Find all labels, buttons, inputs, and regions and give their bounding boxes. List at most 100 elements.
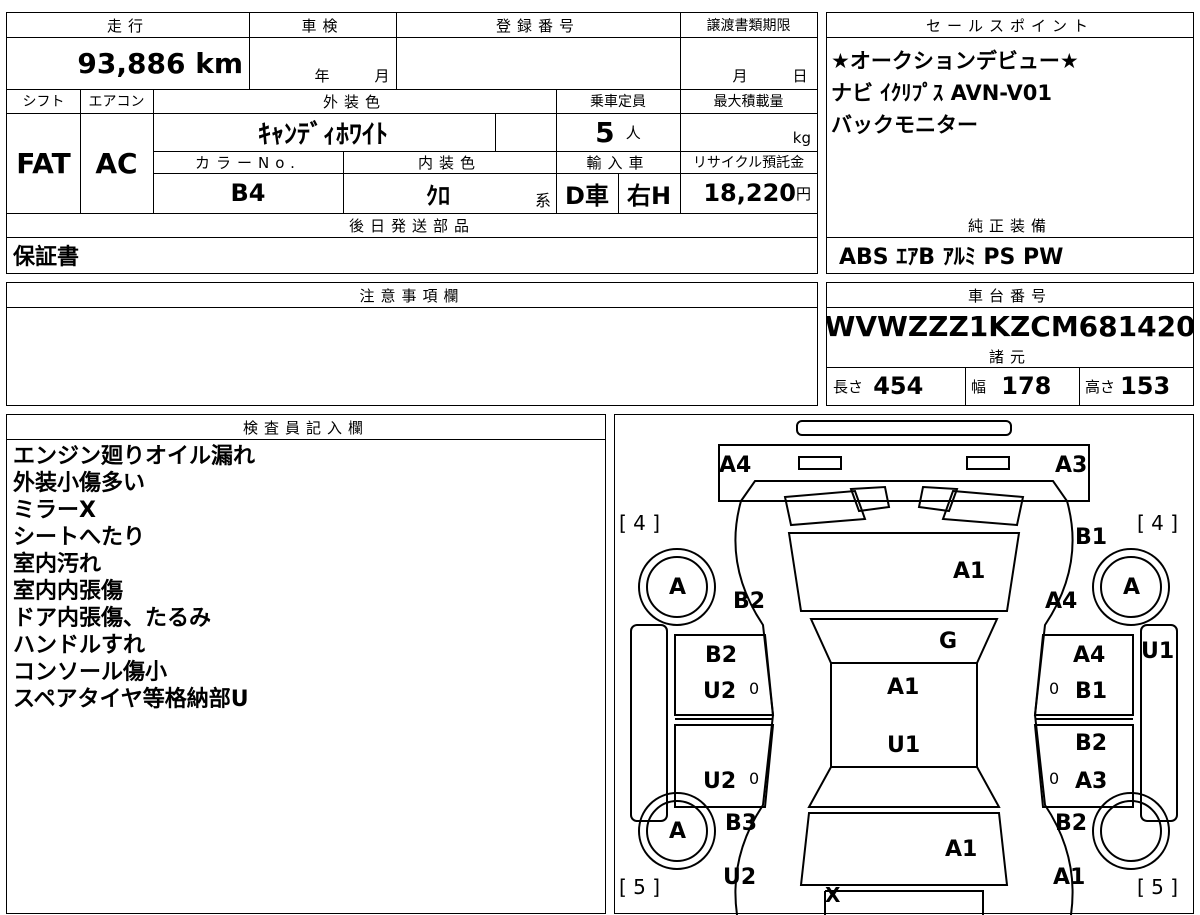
chassis-block: 車台番号 WVWZZZ1KZCM681420 諸元 長さ 454 幅 178 高… [826,282,1194,406]
mark-windshield: G [939,629,958,654]
sales-point-line: バックモニター [831,113,978,137]
wheel-rear-right-inner [1100,800,1162,862]
tread-front-left: [ 4 ] [619,511,661,535]
import-label: 輸入車 [556,151,680,173]
spec-height-label: 高さ [1085,377,1116,396]
import-handle: 右H [626,181,672,210]
grid-line [80,89,81,213]
grid-line [343,151,344,213]
mileage-number: 93,886 [77,46,186,80]
mark-roof-front: A1 [887,675,920,700]
mark-fender-front-right-top: B1 [1075,525,1108,550]
grid-line [153,151,817,152]
zero-rear-left: 0 [749,769,760,788]
mark-rear: X [825,883,841,907]
mileage-label: 走行 [7,13,249,37]
headlight-right [966,456,1010,470]
mark-door-rear-right-2: A3 [1075,769,1108,794]
interior-suffix: 系 [534,191,551,210]
recycle-number: 18,220 [703,179,796,207]
sales-point-line: ★オークションデビュー★ [831,49,1079,73]
tread-rear-left: [ 5 ] [619,875,661,899]
mark-door-front-left-2: U2 [703,679,737,704]
car-outline [630,420,1178,915]
mark-wheel-front-right: A [1123,575,1141,600]
color-no-value: B4 [230,179,266,207]
zero-front-right: 0 [1049,679,1060,698]
mark-wheel-rear-left: A [669,819,687,844]
genuine-equipment-label: 純正装備 [827,213,1193,237]
registration-label: 登録番号 [396,13,680,37]
zero-front-left: 0 [749,679,760,698]
grid-line [7,37,817,38]
inspector-label: 検査員記入欄 [7,415,605,439]
mark-roof-rear: U1 [887,733,921,758]
grid-line [495,113,496,151]
grille-mid-right [917,485,959,513]
grid-line [7,439,605,440]
sales-point-line: ナビ ｲｸﾘﾌﾟｽ AVN-V01 [831,81,1052,105]
caution-block: 注意事項欄 [6,282,818,406]
spec-length-value: 454 [873,372,924,400]
inspector-notes: エンジン廻りオイル漏れ 外装小傷多い ミラーX シートへたり 室内汚れ 室内内張… [13,443,255,713]
headlight-left [798,456,842,470]
vehicle-info-block: 走行 車検 登録番号 譲渡書類期限 93,886 km 年 月 月 日 シフト … [6,12,818,274]
rear-bumper [824,890,984,915]
transfer-day: 日 [792,66,808,85]
wheel-rear-right [1092,792,1170,870]
grid-line [396,13,397,89]
windshield [809,618,999,664]
max-load-label: 最大積載量 [713,94,784,110]
shift-value: FAT [16,146,71,180]
mark-quarter-rear-left: B3 [725,811,758,836]
spec-width-label: 幅 [971,377,987,396]
genuine-equipment-value: ABS ｴｱB ｱﾙﾐ PS PW [839,245,1064,270]
mark-front-right: A3 [1055,453,1088,478]
mileage-unit: km [195,46,243,80]
zero-rear-right: 0 [1049,769,1060,788]
sales-point-label: セールスポイント [827,13,1193,37]
mark-fender-front-left: B2 [733,589,766,614]
mark-wheel-front-left: A [669,575,687,600]
interior-color-label: 内装色 [343,151,556,173]
inspector-note: ミラーX [13,498,96,523]
tread-front-right: [ 4 ] [1137,511,1179,535]
spec-height-value: 153 [1120,372,1171,400]
grid-line [249,13,250,89]
sill-left [630,624,668,822]
mark-fender-front-right: A4 [1045,589,1078,614]
front-bumper [796,420,1012,436]
mileage-value: 93,886 km [7,37,249,89]
spec-width-value: 178 [1001,372,1052,400]
inspector-note: 室内内張傷 [13,579,124,604]
mark-front-left: A4 [719,453,752,478]
later-parts-label: 後日発送部品 [7,213,817,237]
inspection-month: 月 [374,66,390,85]
grid-line [618,173,619,213]
grille-mid-left [849,485,891,513]
grid-line [7,213,817,214]
sales-point-block: セールスポイント ★オークションデビュー★ ナビ ｲｸﾘﾌﾟｽ AVN-V01 … [826,12,1194,274]
ac-label: エアコン [88,94,145,110]
inspection-label: 車検 [249,13,396,37]
inspector-block: 検査員記入欄 エンジン廻りオイル漏れ 外装小傷多い ミラーX シートへたり 室内… [6,414,606,914]
spec-length: 長さ 454 [827,367,965,405]
grid-line [556,89,557,213]
transfer-deadline-label: 譲渡書類期限 [706,18,791,34]
recycle-label: リサイクル預託金 [692,155,805,171]
import-dealer: D車 [565,181,609,210]
inspection-year: 年 [314,66,330,85]
mark-quarter-rear-left-2: U2 [723,865,757,890]
ac-value: AC [95,146,138,180]
grid-line [7,307,817,308]
rear-window [807,766,1001,808]
mark-quarter-rear-right-2: A1 [1053,865,1086,890]
grid-line [7,89,817,90]
sales-point-lines: ★オークションデビュー★ ナビ ｲｸﾘﾌﾟｽ AVN-V01 バックモニター [831,45,1191,141]
tread-rear-right: [ 5 ] [1137,875,1179,899]
specs-label: 諸元 [827,345,1193,367]
recycle-value: 18,220 円 [680,173,817,213]
mark-door-front-right-1: A4 [1073,643,1106,668]
chassis-label: 車台番号 [827,283,1193,307]
exterior-color-value: ｷｬﾝﾃﾞｨﾎﾜｲﾄ [257,119,388,150]
